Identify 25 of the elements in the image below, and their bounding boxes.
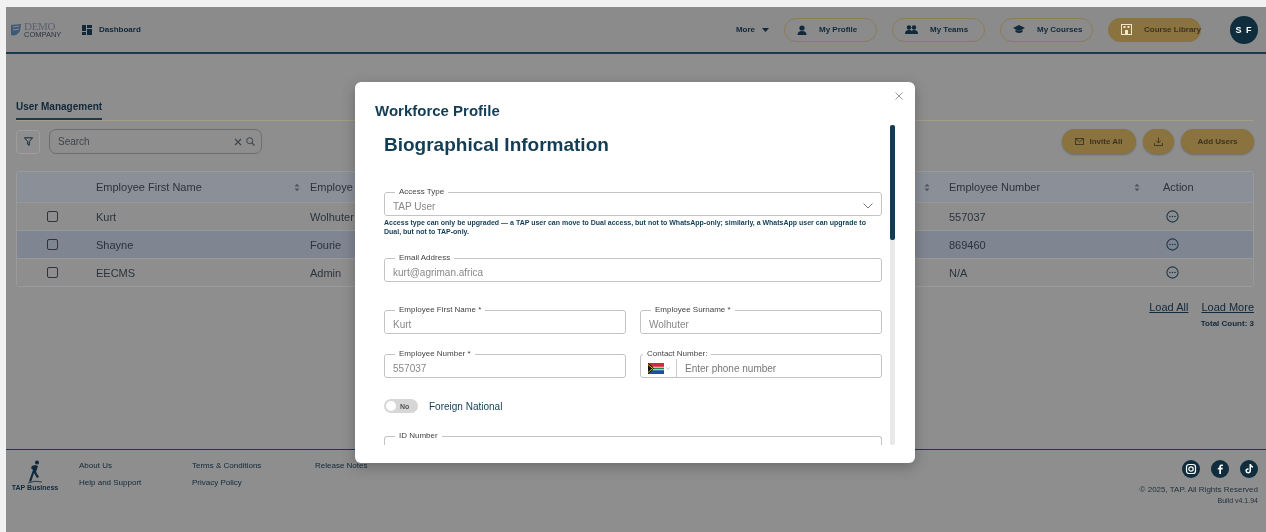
field-label: Email Address [398, 253, 452, 263]
column-header: Employee First Name [96, 181, 202, 193]
table-cell: 869460 [949, 238, 986, 251]
table-cell: Wolhuter [310, 210, 354, 223]
toggle-label: Foreign National [429, 400, 503, 412]
section-heading: Biographical Information [384, 133, 610, 157]
table-cell: Fourie [310, 238, 342, 251]
table-cell: Admin [310, 266, 342, 279]
modal-title: Workforce Profile [375, 102, 501, 120]
copyright-text: © 2025, TAP. All Rights Reserved [1139, 484, 1258, 495]
table-cell: EECMS [96, 266, 136, 279]
table-cell: N/A [949, 266, 968, 279]
field-label: Employee First Name * [398, 305, 483, 315]
column-header: Action [1163, 181, 1194, 193]
field-label: Employee Number * [398, 349, 472, 359]
table-cell: Shayne [96, 238, 134, 251]
table-cell: Kurt [96, 210, 117, 223]
field-label: ID Number [398, 431, 439, 441]
total-count: Total Count: 3 [1200, 319, 1254, 329]
column-header: Employe [310, 181, 353, 193]
field-label: Contact Number: [646, 349, 709, 359]
field-label: Employee Surname * [654, 305, 732, 315]
table-cell: 557037 [949, 210, 986, 223]
field-label: Access Type [398, 187, 446, 197]
column-header: Employee Number [949, 181, 1041, 193]
